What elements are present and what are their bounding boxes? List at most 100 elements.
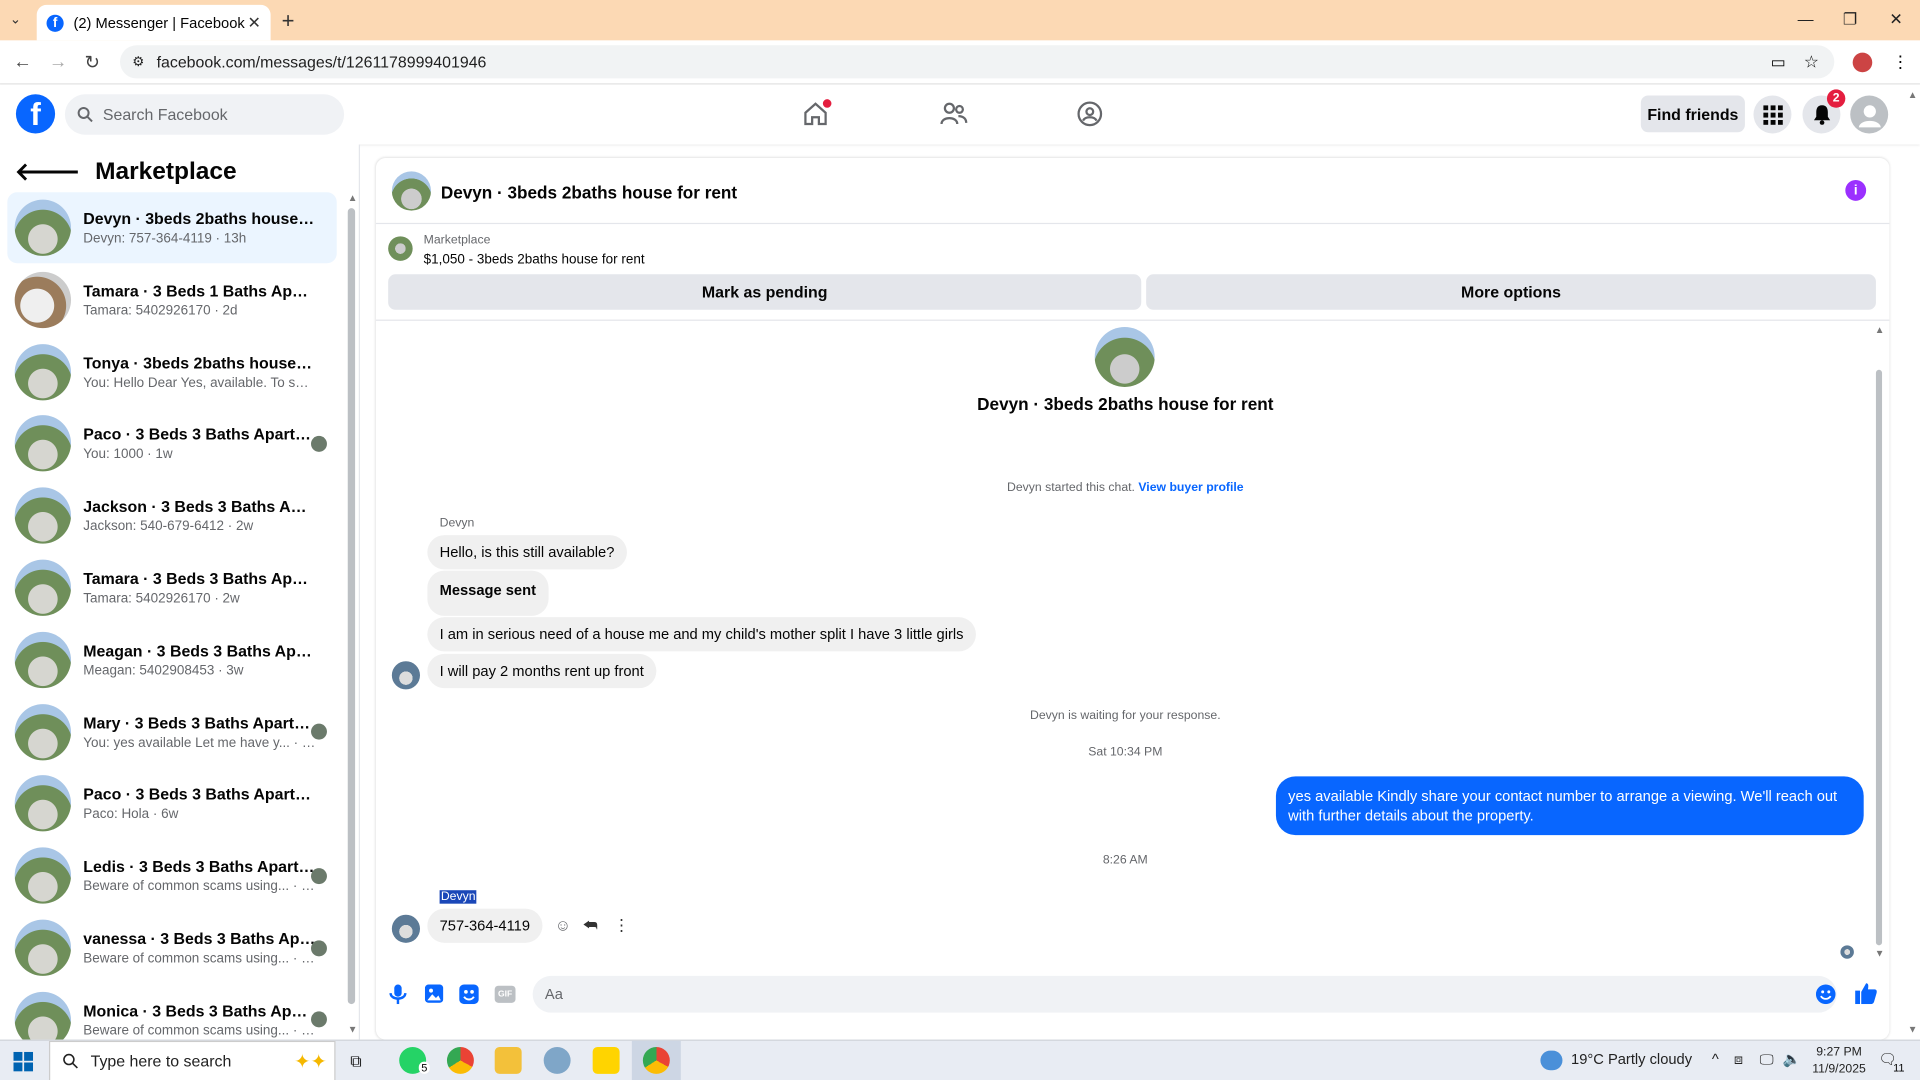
site-info-icon[interactable]: ⚙ <box>132 54 144 70</box>
info-icon[interactable]: i <box>1845 180 1867 201</box>
view-buyer-profile-link[interactable]: View buyer profile <box>1138 481 1243 494</box>
mark-as-pending-button[interactable]: Mark as pending <box>388 274 1142 310</box>
listing-price-title[interactable]: $1,050 - 3beds 2baths house for rent <box>424 252 645 267</box>
conversation-avatar <box>14 919 72 976</box>
chrome-active-icon[interactable] <box>642 1046 670 1074</box>
maximize-icon[interactable]: ❐ <box>1843 10 1857 30</box>
conversation-item[interactable]: Ledis · 3 Beds 3 Baths Apartm... Beware o… <box>7 840 336 911</box>
scroll-down-icon[interactable]: ▼ <box>348 1024 358 1035</box>
file-explorer-icon[interactable] <box>494 1046 522 1074</box>
tab-close-icon[interactable]: ✕ <box>247 13 260 33</box>
conversation-item[interactable]: vanessa · 3 Beds 3 Baths Apar... Beware o… <box>7 912 336 983</box>
conversation-item[interactable]: Tonya · 3beds 2baths house for r... You: … <box>7 336 336 407</box>
sender-avatar[interactable] <box>391 661 421 690</box>
new-tab-button[interactable]: + <box>282 9 295 35</box>
scroll-up-icon[interactable]: ▲ <box>1875 324 1885 335</box>
back-arrow-icon[interactable]: 🡐 <box>15 157 81 188</box>
sender-avatar[interactable] <box>391 914 421 943</box>
sticker-icon[interactable] <box>459 984 479 1005</box>
my-message-bubble[interactable]: yes available Kindly share your contact … <box>1275 776 1864 836</box>
conversation-avatar <box>14 631 72 688</box>
profile-icon[interactable] <box>1852 52 1873 73</box>
conversation-avatar <box>14 703 72 760</box>
page-scroll-up-icon[interactable]: ▲ <box>1908 89 1918 100</box>
chat-avatar[interactable] <box>391 171 432 211</box>
conversation-preview: Tamara: 5402926170 · 2w <box>83 591 240 607</box>
conversation-item[interactable]: Monica · 3 Beds 3 Baths Apart... Beware o… <box>7 984 336 1040</box>
message-thread: Devyn · 3beds 2baths house for rent Devy… <box>375 319 1890 963</box>
conversation-avatar <box>14 487 72 544</box>
friends-icon[interactable] <box>939 100 968 127</box>
gif-icon[interactable]: GIF <box>494 985 516 1003</box>
app-icon[interactable] <box>543 1046 571 1074</box>
conversation-item[interactable]: Meagan · 3 Beds 3 Baths Apart... Meagan: … <box>7 624 336 695</box>
listing-thumbnail[interactable] <box>388 236 413 261</box>
conversation-preview: Beware of common scams using... · 9w <box>83 1023 316 1039</box>
message-bubble[interactable]: Message sent <box>427 570 549 616</box>
facebook-favicon-icon: f <box>46 14 64 32</box>
page-scroll-down-icon[interactable]: ▼ <box>1908 1024 1918 1035</box>
weather-text[interactable]: 19°C Partly cloudy <box>1571 1051 1692 1068</box>
facebook-search-input[interactable]: Search Facebook <box>64 94 345 135</box>
bookmark-star-icon[interactable]: ☆ <box>1804 51 1819 72</box>
message-bubble[interactable]: Hello, is this still available? <box>427 535 627 570</box>
conversation-preview: Meagan: 5402908453 · 3w <box>83 663 244 679</box>
photo-icon[interactable] <box>424 984 445 1004</box>
thread-avatar[interactable] <box>1094 326 1155 387</box>
conversation-item[interactable]: Tamara · 3 Beds 3 Baths Apartm... Tamara:… <box>7 552 336 623</box>
conversation-avatar <box>14 343 72 400</box>
conversation-item[interactable]: Paco · 3 Beds 3 Baths Apartm... You: 1000… <box>7 408 336 479</box>
message-bubble[interactable]: I will pay 2 months rent up front <box>427 653 657 689</box>
weather-icon[interactable] <box>1540 1050 1563 1071</box>
message-bubble[interactable]: 757-364-4119 <box>427 908 543 943</box>
more-actions-icon[interactable]: ⋮ <box>613 916 629 936</box>
menu-grid-icon[interactable] <box>1753 95 1792 134</box>
message-input[interactable]: Aa <box>532 975 1837 1013</box>
clock[interactable]: 9:27 PM 11/9/2025 <box>1812 1044 1866 1078</box>
tray-expand-icon[interactable]: ^ <box>1712 1051 1719 1068</box>
conversation-text: Ledis · 3 Beds 3 Baths Apartm... Beware o… <box>83 857 316 894</box>
windows-start-icon[interactable] <box>13 1051 34 1072</box>
message-bubble[interactable]: I am in serious need of a house me and m… <box>427 617 976 652</box>
install-icon[interactable]: ▭ <box>1771 53 1786 73</box>
reload-icon[interactable]: ↻ <box>84 51 99 74</box>
conversation-item[interactable]: Tamara · 3 Beds 1 Baths Apartm... Tamara:… <box>7 264 336 335</box>
conversation-item[interactable]: Devyn · 3beds 2baths house for ... Devyn:… <box>7 192 337 264</box>
microphone-icon[interactable] <box>389 984 409 1005</box>
conversation-item[interactable]: Paco · 3 Beds 3 Baths Apartmen... Paco: H… <box>7 768 336 839</box>
account-icon[interactable] <box>1850 95 1889 134</box>
tray-device-icon[interactable]: ⧈ <box>1734 1051 1743 1069</box>
task-view-icon[interactable]: ⧉ <box>350 1052 361 1072</box>
address-bar[interactable]: ⚙ facebook.com/messages/t/12611789994019… <box>120 45 1835 79</box>
find-friends-button[interactable]: Find friends <box>1640 95 1745 133</box>
chat-title[interactable]: Devyn · 3beds 2baths house for rent <box>441 182 737 202</box>
more-options-button[interactable]: More options <box>1146 274 1876 310</box>
browser-menu-icon[interactable]: ⋮ <box>1892 51 1909 72</box>
chrome-icon[interactable] <box>446 1046 474 1074</box>
browser-tab[interactable]: f (2) Messenger | Facebook ✕ <box>36 4 271 41</box>
sidebar-scrollbar[interactable] <box>347 208 356 1005</box>
reply-icon[interactable]: ⮪ <box>583 916 598 936</box>
sticky-notes-icon[interactable] <box>592 1046 620 1074</box>
conversation-item[interactable]: Mary · 3 Beds 3 Baths Apartm... You: yes … <box>7 696 336 767</box>
volume-icon[interactable]: 🔈 <box>1783 1051 1801 1068</box>
conversation-preview: You: Hello Dear Yes, available. To sh...… <box>83 375 316 391</box>
scroll-up-icon[interactable]: ▲ <box>348 192 358 203</box>
react-icon[interactable]: ☺ <box>555 916 571 934</box>
conversation-item[interactable]: Jackson · 3 Beds 3 Baths Apartm... Jackso… <box>7 480 336 551</box>
emoji-icon[interactable] <box>1815 984 1836 1005</box>
scroll-down-icon[interactable]: ▼ <box>1875 948 1885 959</box>
thread-scrollbar[interactable] <box>1875 369 1883 946</box>
forward-arrow-icon[interactable]: → <box>49 51 67 72</box>
like-icon[interactable] <box>1855 982 1877 1005</box>
network-icon[interactable]: 🖵 <box>1760 1051 1774 1069</box>
groups-icon[interactable] <box>1076 100 1103 127</box>
back-arrow-icon[interactable]: ← <box>13 51 31 72</box>
taskbar-search-input[interactable]: Type here to search ✦✦ <box>48 1040 336 1080</box>
tab-search-icon[interactable]: ⌄ <box>10 11 21 27</box>
conversation-preview: You: yes available Let me have y... · 5w <box>83 735 316 751</box>
timestamp: Sat 10:34 PM <box>1088 745 1163 760</box>
close-window-icon[interactable]: ✕ <box>1889 10 1902 30</box>
facebook-logo[interactable]: f <box>15 94 56 134</box>
minimize-icon[interactable]: — <box>1798 10 1814 28</box>
